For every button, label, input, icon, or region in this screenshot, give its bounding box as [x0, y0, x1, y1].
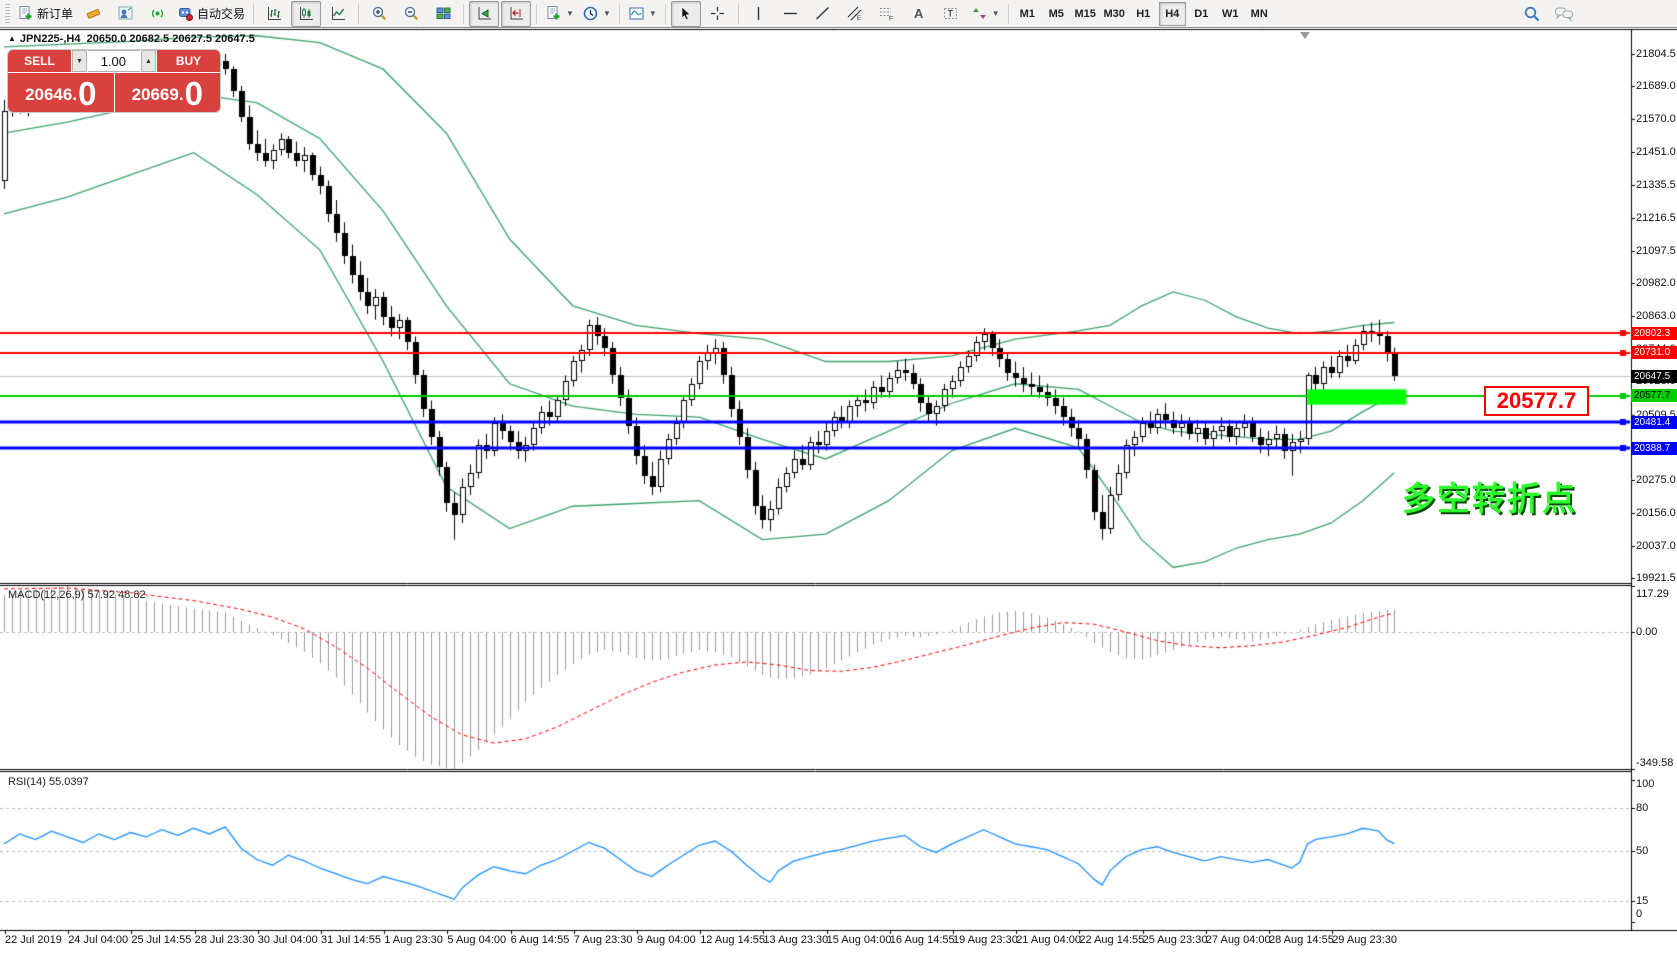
time-label: 13 Aug 23:30 — [763, 934, 828, 946]
price-tick-label: 21570.0 — [1636, 113, 1676, 125]
time-label: 25 Jul 14:55 — [131, 934, 191, 946]
price-tick-label: 20037.0 — [1636, 540, 1676, 552]
time-label: 5 Aug 04:00 — [447, 934, 506, 946]
macd-tick-label: 0.00 — [1636, 626, 1657, 638]
macd-tick-label: -349.58 — [1636, 757, 1673, 769]
time-label: 6 Aug 14:55 — [511, 934, 570, 946]
time-label: 24 Jul 04:00 — [68, 934, 128, 946]
one-click-trade-panel: SELL ▼ 1.00 ▲ BUY 20646. 0 20669. 0 — [8, 50, 220, 112]
price-tick-label: 20982.0 — [1636, 277, 1676, 289]
symbol-period: JPN225-,H4 — [20, 33, 81, 45]
price-tick-label: 20275.0 — [1636, 474, 1676, 486]
volume-decrease-button[interactable]: ▼ — [72, 50, 87, 72]
price-tick-label: 20863.0 — [1636, 310, 1676, 322]
rsi-indicator-label: RSI(14) 55.0397 — [8, 776, 89, 788]
price-tick-label: 19921.5 — [1636, 572, 1676, 584]
volume-increase-button[interactable]: ▲ — [141, 50, 156, 72]
sell-button[interactable]: SELL — [8, 50, 71, 72]
rsi-tick-label: 50 — [1636, 845, 1648, 857]
time-label: 21 Aug 04:00 — [1016, 934, 1081, 946]
mt4-window: 新订单自动交易▼▼▼EFAT▼M1M5M15M30H1H4D1W1MN ▲JPN… — [0, 0, 1677, 953]
time-label: 29 Aug 23:30 — [1332, 934, 1397, 946]
rsi-tick-label: 100 — [1636, 778, 1654, 790]
rsi-tick-label: 80 — [1636, 802, 1648, 814]
chart-title: ▲ JPN225-,H4 20650.0 20682.5 20627.5 2064… — [8, 33, 255, 45]
price-callout-label[interactable]: 20577.7 — [1484, 386, 1589, 416]
time-label: 12 Aug 14:55 — [700, 934, 765, 946]
time-label: 27 Aug 04:00 — [1206, 934, 1271, 946]
price-tick-label: 21689.0 — [1636, 80, 1676, 92]
macd-tick-label: 117.29 — [1636, 588, 1669, 600]
sell-price-big-digit: 0 — [78, 77, 96, 110]
sell-price-button[interactable]: 20646. 0 — [8, 73, 114, 112]
rsi-tick-label: 15 — [1636, 895, 1648, 907]
price-tick-label: 21451.0 — [1636, 146, 1676, 158]
line-price-label: 20481.4 — [1631, 416, 1677, 429]
time-label: 25 Aug 23:30 — [1143, 934, 1208, 946]
time-label: 7 Aug 23:30 — [574, 934, 633, 946]
price-tick-label: 20156.0 — [1636, 507, 1676, 519]
time-label: 19 Aug 23:30 — [953, 934, 1018, 946]
time-label: 16 Aug 14:55 — [890, 934, 955, 946]
time-label: 30 Jul 04:00 — [258, 934, 318, 946]
time-label: 1 Aug 23:30 — [384, 934, 443, 946]
price-tick-label: 21216.5 — [1636, 212, 1676, 224]
annotation-text[interactable]: 多空转折点 — [1402, 472, 1577, 520]
macd-indicator-label: MACD(12,26,9) 57.92 48.82 — [8, 589, 146, 601]
price-tick-label: 21097.5 — [1636, 245, 1676, 257]
rsi-tick-label: 0 — [1636, 908, 1642, 920]
time-label: 9 Aug 04:00 — [637, 934, 696, 946]
buy-button[interactable]: BUY — [157, 50, 220, 72]
buy-price-button[interactable]: 20669. 0 — [115, 73, 221, 112]
sell-price: 20646. — [25, 80, 77, 110]
time-label: 28 Jul 23:30 — [195, 934, 255, 946]
price-tick-label: 21804.5 — [1636, 48, 1676, 60]
buy-price: 20669. — [132, 80, 184, 110]
time-label: 22 Aug 14:55 — [1079, 934, 1144, 946]
ohlc-values: 20650.0 20682.5 20627.5 20647.5 — [87, 33, 255, 45]
line-price-label: 20802.3 — [1631, 327, 1677, 340]
time-label: 28 Aug 14:55 — [1269, 934, 1334, 946]
line-price-label: 20731.0 — [1631, 346, 1677, 359]
volume-input[interactable]: 1.00 — [88, 50, 140, 72]
chart-shift-marker[interactable] — [1300, 32, 1310, 39]
time-label: 15 Aug 04:00 — [827, 934, 892, 946]
price-tick-label: 21335.5 — [1636, 179, 1676, 191]
buy-price-big-digit: 0 — [185, 77, 203, 110]
time-label: 22 Jul 2019 — [5, 934, 62, 946]
line-price-label: 20577.7 — [1631, 389, 1677, 402]
direction-up-icon: ▲ — [8, 34, 16, 43]
line-price-label: 20388.7 — [1631, 442, 1677, 455]
current-price-label: 20647.5 — [1631, 370, 1677, 383]
time-label: 31 Jul 14:55 — [321, 934, 381, 946]
